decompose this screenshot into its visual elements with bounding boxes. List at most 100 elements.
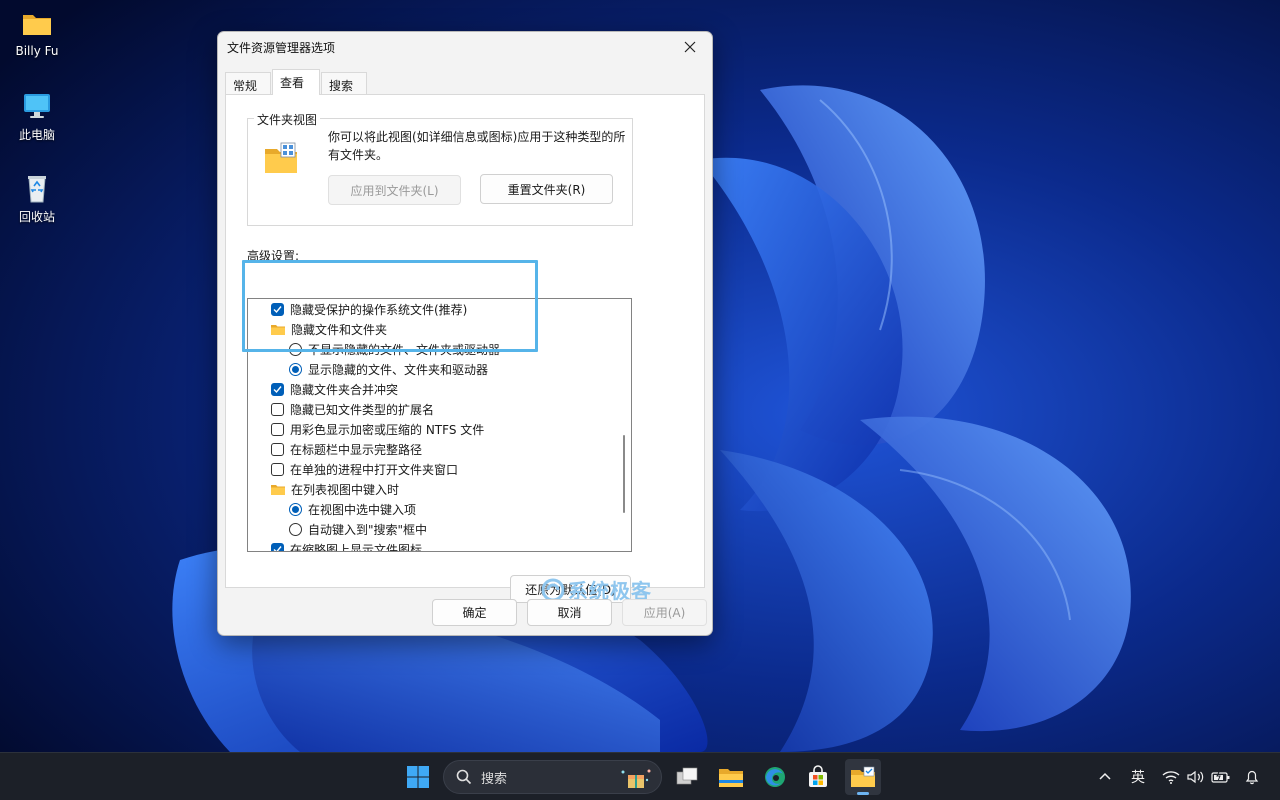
search-highlight-gift-icon xyxy=(621,769,651,788)
desktop-icon-label: Billy Fu xyxy=(15,44,59,58)
search-placeholder: 搜索 xyxy=(481,771,508,787)
windows-logo-icon xyxy=(407,766,429,788)
checkbox-unchecked[interactable] xyxy=(271,402,284,416)
computer-icon xyxy=(24,94,50,118)
settings-checkbox-option[interactable]: 隐藏已知文件类型的扩展名 xyxy=(271,399,434,419)
chevron-up-icon xyxy=(1099,772,1111,780)
checkbox-unchecked[interactable] xyxy=(271,442,284,456)
folder-icon xyxy=(271,324,285,335)
task-view-button[interactable] xyxy=(669,759,705,795)
file-explorer-icon xyxy=(719,769,743,787)
settings-option-label: 显示隐藏的文件、文件夹和驱动器 xyxy=(308,362,489,377)
cancel-button[interactable]: 取消 xyxy=(527,599,612,626)
checkmark-icon xyxy=(273,385,282,393)
settings-option-label: 隐藏文件夹合并冲突 xyxy=(290,382,399,397)
settings-option-label: 在标题栏中显示完整路径 xyxy=(290,442,423,457)
wifi-icon xyxy=(1162,771,1180,784)
desktop-icon-this-pc[interactable]: 此电脑 xyxy=(0,90,74,143)
edge-browser-button[interactable] xyxy=(757,759,793,795)
input-method-indicator[interactable]: 英 xyxy=(1131,753,1145,800)
apply-to-folders-button[interactable]: 应用到文件夹(L) xyxy=(328,175,461,205)
settings-checkbox-option[interactable]: 隐藏受保护的操作系统文件(推荐) xyxy=(271,299,467,319)
watermark-swirl-icon xyxy=(541,578,565,601)
settings-option-label: 在单独的进程中打开文件夹窗口 xyxy=(290,462,459,477)
close-button[interactable] xyxy=(668,32,712,62)
settings-option-label: 不显示隐藏的文件、文件夹或驱动器 xyxy=(308,342,501,357)
folder-options-icon xyxy=(851,766,875,787)
volume-icon xyxy=(1187,770,1204,784)
settings-checkbox-option[interactable]: 在单独的进程中打开文件夹窗口 xyxy=(271,459,458,479)
advanced-settings-list[interactable]: 隐藏受保护的操作系统文件(推荐) 隐藏文件和文件夹不显示隐藏的文件、文件夹或驱动器… xyxy=(247,298,632,552)
radio-unselected[interactable] xyxy=(289,522,302,536)
tab-label: 常规 xyxy=(233,79,258,93)
apply-button[interactable]: 应用(A) xyxy=(622,599,707,626)
folder-views-description: 你可以将此视图(如详细信息或图标)应用于这种类型的所有文件夹。 xyxy=(328,130,626,162)
show-hidden-icons-button[interactable] xyxy=(1098,753,1112,800)
settings-checkbox-option[interactable]: 在缩略图上显示文件图标 xyxy=(271,539,423,552)
checkbox-checked[interactable] xyxy=(271,542,284,551)
volume-status[interactable] xyxy=(1187,753,1205,800)
settings-option-label: 在缩略图上显示文件图标 xyxy=(290,542,423,552)
radio-selected[interactable] xyxy=(289,362,302,376)
taskbar: 搜索 英 xyxy=(0,752,1280,800)
radio-unselected[interactable] xyxy=(289,342,302,356)
settings-option-label: 在视图中选中键入项 xyxy=(308,502,417,517)
settings-checkbox-option[interactable]: 在标题栏中显示完整路径 xyxy=(271,439,422,459)
tab-search[interactable]: 搜索 xyxy=(321,72,367,94)
checkbox-unchecked[interactable] xyxy=(271,422,284,436)
microsoft-store-button[interactable] xyxy=(800,759,836,795)
ime-label: 英 xyxy=(1131,770,1145,786)
checkbox-checked[interactable] xyxy=(271,302,284,316)
edge-browser-icon xyxy=(765,767,785,787)
settings-radio-option[interactable]: 不显示隐藏的文件、文件夹或驱动器 xyxy=(289,339,500,359)
scrollbar-thumb[interactable] xyxy=(623,435,625,513)
ok-button[interactable]: 确定 xyxy=(432,599,517,626)
tab-general[interactable]: 常规 xyxy=(225,72,271,94)
tab-view[interactable]: 查看 xyxy=(272,69,320,95)
button-label: 确定 xyxy=(462,606,487,620)
notifications-button[interactable] xyxy=(1244,753,1260,800)
file-explorer-taskbar-button[interactable] xyxy=(713,759,749,795)
settings-checkbox-option[interactable]: 用彩色显示加密或压缩的 NTFS 文件 xyxy=(271,419,484,439)
settings-radio-option[interactable]: 自动键入到"搜索"框中 xyxy=(289,519,427,539)
bell-icon xyxy=(1245,770,1259,785)
battery-status[interactable] xyxy=(1211,753,1231,800)
dialog-title: 文件资源管理器选项 xyxy=(227,41,336,55)
folder-view-icon xyxy=(265,142,297,173)
active-app-indicator xyxy=(857,792,869,795)
folder-icon xyxy=(23,15,51,35)
settings-radio-option[interactable]: 在视图中选中键入项 xyxy=(289,499,416,519)
search-icon xyxy=(456,769,472,785)
tab-label: 搜索 xyxy=(329,79,354,93)
view-tab-panel: 文件夹视图 你可以将此视图(如详细信息或图标)应用于这种类型的所有文件夹。 应用… xyxy=(225,94,705,603)
settings-group-header: 隐藏文件和文件夹 xyxy=(271,319,387,339)
taskbar-search-box[interactable]: 搜索 xyxy=(443,760,662,794)
start-button[interactable] xyxy=(400,759,436,795)
wifi-status[interactable] xyxy=(1162,753,1180,800)
desktop-icon-user-folder[interactable]: Billy Fu xyxy=(0,8,74,58)
folder-options-dialog: 文件资源管理器选项 常规 查看 搜索 文件夹视图 你可以将此视图(如详细信息或图… xyxy=(217,31,713,636)
folder-views-legend: 文件夹视图 xyxy=(254,111,321,128)
checkbox-unchecked[interactable] xyxy=(271,462,284,476)
vertical-scrollbar[interactable] xyxy=(617,299,631,551)
folder-options-taskbar-button[interactable] xyxy=(845,759,881,795)
settings-option-label: 用彩色显示加密或压缩的 NTFS 文件 xyxy=(290,422,485,437)
settings-option-label: 隐藏受保护的操作系统文件(推荐) xyxy=(290,302,468,317)
battery-charging-icon xyxy=(1211,770,1230,783)
settings-option-label: 在列表视图中键入时 xyxy=(291,482,400,497)
desktop-icon-recycle-bin[interactable]: 回收站 xyxy=(0,172,74,225)
settings-option-label: 隐藏已知文件类型的扩展名 xyxy=(290,402,435,417)
button-label: 取消 xyxy=(557,606,582,620)
tab-label: 查看 xyxy=(280,76,305,90)
settings-radio-option[interactable]: 显示隐藏的文件、文件夹和驱动器 xyxy=(289,359,488,379)
dialog-titlebar[interactable]: 文件资源管理器选项 xyxy=(218,32,712,62)
reset-folders-button[interactable]: 重置文件夹(R) xyxy=(480,174,613,204)
settings-group-header: 在列表视图中键入时 xyxy=(271,479,399,499)
radio-selected[interactable] xyxy=(289,502,302,516)
checkbox-checked[interactable] xyxy=(271,382,284,396)
desktop-icon-label: 此电脑 xyxy=(18,128,55,142)
settings-checkbox-option[interactable]: 隐藏文件夹合并冲突 xyxy=(271,379,398,399)
folder-views-group: 文件夹视图 你可以将此视图(如详细信息或图标)应用于这种类型的所有文件夹。 应用… xyxy=(247,111,633,226)
button-label: 重置文件夹(R) xyxy=(507,182,586,197)
recycle-bin-icon xyxy=(28,176,46,203)
